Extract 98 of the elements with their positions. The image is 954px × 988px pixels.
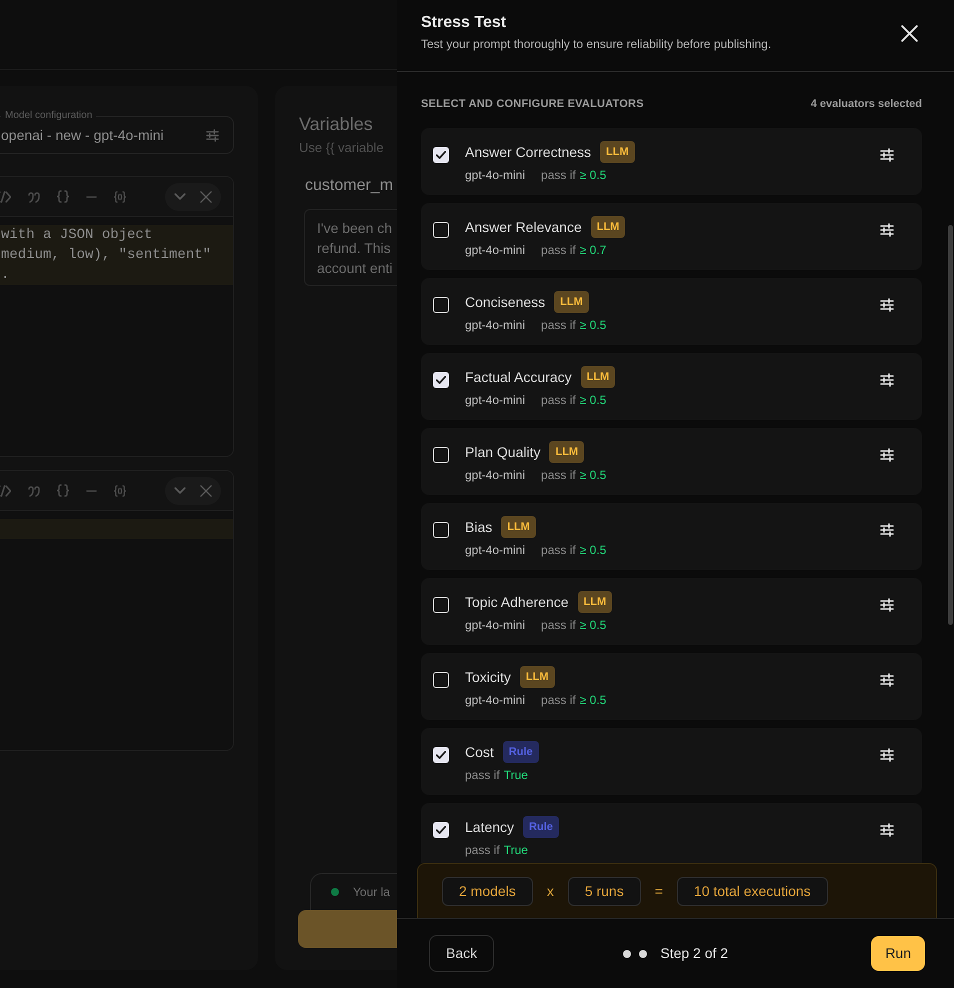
type-badge: LLM [580, 366, 616, 388]
checkbox[interactable] [433, 147, 449, 163]
check-icon [436, 826, 446, 834]
pass-label: pass if [541, 317, 576, 334]
model-name: gpt-4o-mini [465, 167, 526, 184]
type-badge: LLM [590, 216, 626, 238]
sliders-icon[interactable] [880, 823, 894, 837]
pass-label: pass if [541, 167, 576, 184]
type-badge: Rule [502, 741, 539, 763]
check-icon [436, 751, 446, 759]
model-name: gpt-4o-mini [465, 317, 526, 334]
pass-label: pass if [465, 767, 500, 784]
multiply-sign: x [546, 882, 554, 900]
sliders-icon[interactable] [880, 673, 894, 687]
code-line: . [0, 266, 10, 285]
sliders-icon[interactable] [880, 148, 894, 162]
type-badge: LLM [501, 516, 536, 538]
type-badge: LLM [520, 666, 555, 688]
pass-threshold: True [504, 767, 528, 784]
drawer-subtitle: Test your prompt thoroughly to ensure reliability before publishing. [421, 36, 772, 52]
chevron-down-icon[interactable] [174, 487, 186, 494]
checkbox[interactable] [433, 822, 449, 838]
pass-threshold: ≥ 0.5 [580, 692, 606, 709]
evaluator-name: Toxicity [465, 668, 511, 687]
check-icon [436, 151, 446, 159]
sliders-icon[interactable] [880, 223, 894, 237]
model-select[interactable]: Model configuration openai - new - gpt-4o-mini [0, 110, 234, 154]
checkbox[interactable] [433, 372, 449, 388]
evaluator-name: Factual Accuracy [465, 368, 572, 387]
pass-threshold: ≥ 0.5 [580, 617, 606, 634]
section-title: SELECT AND CONFIGURE EVALUATORS [421, 96, 644, 112]
pass-threshold: ≥ 0.5 [580, 392, 606, 409]
pass-label: pass if [541, 692, 576, 709]
evaluator-name: Plan Quality [465, 442, 540, 462]
pass-label: pass if [541, 617, 576, 634]
model-name: gpt-4o-mini [465, 617, 526, 634]
model-name: gpt-4o-mini [465, 392, 526, 409]
type-badge: LLM [554, 291, 589, 313]
chevron-down-icon[interactable] [174, 193, 186, 200]
type-badge: LLM [600, 141, 635, 163]
equals-sign: = [654, 882, 663, 900]
pass-label: pass if [541, 242, 576, 259]
checkbox[interactable] [433, 522, 449, 538]
pass-threshold: ≥ 0.5 [580, 167, 606, 184]
back-button[interactable]: Back [429, 935, 494, 972]
pass-label: pass if [465, 842, 500, 859]
sliders-icon[interactable] [880, 373, 894, 387]
panel-hint: Use {{ variable [299, 139, 385, 157]
pass-threshold: True [504, 842, 528, 859]
checkbox[interactable] [433, 222, 449, 238]
pass-threshold: ≥ 0.7 [580, 242, 606, 259]
run-count: 5 runs [568, 876, 641, 906]
pass-label: pass if [541, 542, 576, 559]
model-count: 2 models [442, 876, 533, 906]
evaluator-name: Cost [465, 742, 494, 762]
field-label: Model configuration [4, 110, 94, 122]
sliders-icon[interactable] [880, 748, 894, 762]
run-button[interactable]: Run [871, 936, 925, 971]
sliders-icon[interactable] [880, 523, 894, 537]
evaluator-name: Latency [465, 818, 514, 837]
pass-threshold: ≥ 0.5 [580, 467, 606, 484]
pass-threshold: ≥ 0.5 [580, 542, 606, 559]
model-name: gpt-4o-mini [465, 692, 526, 709]
type-badge: LLM [549, 441, 584, 463]
checkbox[interactable] [433, 447, 449, 463]
toast-text: Your la [353, 884, 390, 901]
type-badge: LLM [578, 591, 612, 613]
code-line: medium, low), "sentiment" [0, 246, 212, 265]
type-badge: Rule [523, 816, 559, 838]
sliders-icon[interactable] [880, 448, 894, 462]
pass-label: pass if [541, 392, 576, 409]
evaluator-name: Answer Correctness [465, 142, 592, 162]
model-name: gpt-4o-mini [465, 242, 526, 259]
sliders-icon[interactable] [880, 298, 894, 312]
code-line: with a JSON object [0, 226, 154, 245]
step-label: Step 2 of 2 [660, 944, 728, 963]
evaluator-name: Answer Relevance [465, 218, 582, 236]
total-executions: 10 total executions [676, 876, 828, 906]
selected-count: 4 evaluators selected [810, 96, 922, 112]
drawer-title: Stress Test [421, 13, 508, 33]
code-editor[interactable]: with a JSON object medium, low), "sentiment" . [0, 176, 234, 457]
scrollbar-thumb[interactable] [948, 225, 953, 625]
panel-title: Variables [299, 113, 374, 136]
evaluator-name: Bias [465, 518, 492, 536]
checkbox[interactable] [433, 297, 449, 313]
checkbox[interactable] [433, 597, 449, 613]
model-name: gpt-4o-mini [465, 542, 526, 559]
sliders-icon[interactable] [880, 598, 894, 612]
evaluator-name: Conciseness [465, 292, 546, 312]
variable-name: customer_m [305, 176, 394, 196]
pass-threshold: ≥ 0.5 [580, 317, 606, 334]
sliders-icon[interactable] [206, 128, 219, 142]
check-icon [436, 376, 446, 384]
pass-label: pass if [541, 467, 576, 484]
checkbox[interactable] [433, 747, 449, 763]
checkbox[interactable] [433, 672, 449, 688]
evaluator-name: Topic Adherence [465, 592, 569, 612]
model-name: gpt-4o-mini [465, 467, 526, 484]
